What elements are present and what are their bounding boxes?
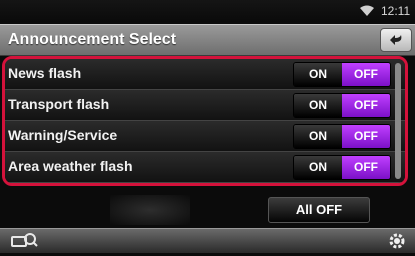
- source-search-icon: [11, 233, 38, 247]
- footer-bar: [0, 228, 415, 253]
- on-button[interactable]: ON: [294, 156, 342, 179]
- title-bar: Announcement Select: [0, 24, 415, 56]
- item-label: Area weather flash: [8, 158, 133, 174]
- news-flash-toggle[interactable]: ON OFF: [293, 62, 391, 87]
- all-off-button[interactable]: All OFF: [268, 197, 370, 223]
- off-button[interactable]: OFF: [342, 125, 390, 148]
- gear-icon: [389, 233, 405, 249]
- item-label: Warning/Service: [8, 127, 118, 143]
- off-button[interactable]: OFF: [342, 94, 390, 117]
- item-label: News flash: [8, 65, 82, 81]
- warning-service-toggle[interactable]: ON OFF: [293, 124, 391, 149]
- transport-flash-toggle[interactable]: ON OFF: [293, 93, 391, 118]
- announcement-list: News flash ON OFF Transport flash ON OFF…: [2, 56, 408, 186]
- on-button[interactable]: ON: [294, 94, 342, 117]
- list-item: Warning/Service ON OFF: [5, 121, 405, 152]
- list-item: Transport flash ON OFF: [5, 90, 405, 121]
- item-label: Transport flash: [8, 96, 110, 112]
- on-button[interactable]: ON: [294, 125, 342, 148]
- page-title: Announcement Select: [8, 31, 177, 48]
- source-search-button[interactable]: [6, 231, 58, 251]
- list-item: Area weather flash ON OFF: [5, 152, 405, 183]
- status-bar: 12:11: [0, 0, 415, 22]
- divider: [110, 195, 190, 225]
- area-weather-flash-toggle[interactable]: ON OFF: [293, 155, 391, 180]
- clock: 12:11: [381, 4, 411, 18]
- wifi-icon: [360, 5, 374, 16]
- settings-button[interactable]: [385, 231, 409, 251]
- on-button[interactable]: ON: [294, 63, 342, 86]
- list-item: News flash ON OFF: [5, 59, 405, 90]
- off-button[interactable]: OFF: [342, 63, 390, 86]
- scrollbar-thumb[interactable]: [395, 63, 401, 179]
- scrollbar[interactable]: [395, 63, 401, 179]
- back-button[interactable]: [380, 28, 412, 52]
- back-arrow-icon: [390, 35, 402, 45]
- off-button[interactable]: OFF: [342, 156, 390, 179]
